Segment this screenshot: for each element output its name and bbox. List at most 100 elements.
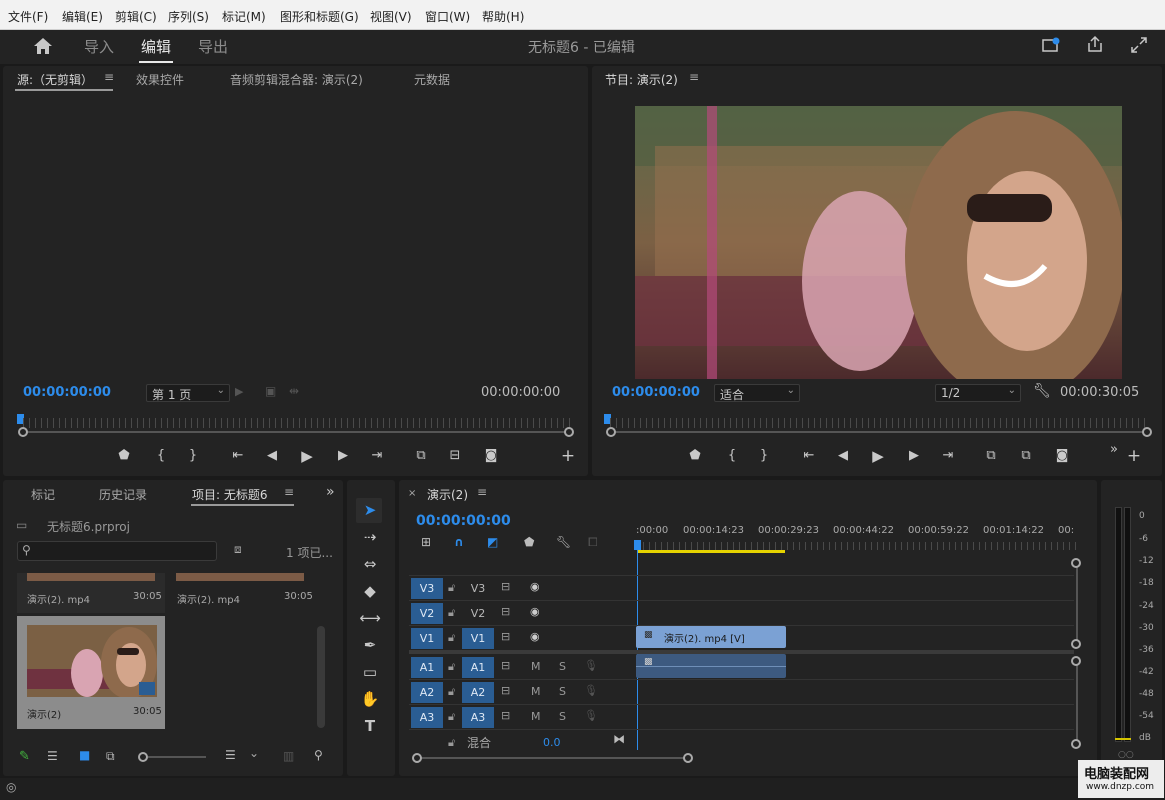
microphone-icon[interactable]: 🎙︎	[584, 684, 598, 697]
timeline-playhead[interactable]	[634, 540, 641, 550]
step-forward-icon[interactable]: ▶	[333, 448, 353, 463]
solo-button[interactable]: S	[559, 710, 566, 723]
tab-export[interactable]: 导出	[198, 36, 228, 57]
program-zoom-bar[interactable]	[612, 431, 1148, 433]
timeline-zoom-bar[interactable]	[417, 757, 689, 759]
mark-in-icon[interactable]: {	[151, 448, 171, 463]
close-icon[interactable]: ×	[408, 488, 416, 499]
go-to-in-icon[interactable]: ⇤	[799, 448, 819, 463]
panel-menu-icon[interactable]: ≡	[104, 70, 114, 84]
audio-clip[interactable]: ▩	[636, 654, 786, 678]
lock-icon[interactable]: 🔓︎	[448, 606, 455, 620]
list-view-icon[interactable]: ☰	[47, 749, 58, 763]
bowtie-icon[interactable]: ⧓	[613, 732, 625, 746]
list-item[interactable]: 演示(2). mp4 30:05	[17, 573, 165, 613]
audio-scroll-knob-top[interactable]	[1071, 656, 1081, 666]
tab-effect-controls[interactable]: 效果控件	[136, 71, 184, 88]
program-ruler[interactable]	[610, 418, 1150, 428]
add-marker-icon[interactable]: ⬟	[524, 535, 534, 549]
lock-icon[interactable]: 🔓︎	[448, 710, 455, 724]
lock-icon[interactable]: 🔓︎	[448, 581, 455, 595]
insert-icon[interactable]: ⧉	[411, 448, 431, 463]
menu-help[interactable]: 帮助(H)	[482, 8, 524, 25]
sort-icon[interactable]: ☰	[225, 748, 236, 762]
go-to-out-icon[interactable]: ⇥	[367, 448, 387, 463]
pen-tool-icon[interactable]: ✒	[357, 633, 383, 657]
sync-lock-icon[interactable]: ⊟	[501, 580, 510, 593]
wrench-icon[interactable]: 🔧︎	[1033, 383, 1051, 399]
solo-indicator-icon[interactable]: ○○	[1118, 750, 1134, 760]
sync-lock-icon[interactable]: ⊟	[501, 605, 510, 618]
menu-view[interactable]: 视图(V)	[370, 8, 412, 25]
tab-project[interactable]: 项目: 无标题6	[192, 486, 268, 503]
program-timecode-in[interactable]: 00:00:00:00	[612, 385, 700, 400]
panel-menu-icon[interactable]: ≡	[689, 70, 699, 84]
timeline-timecode[interactable]: 00:00:00:00	[416, 513, 511, 529]
lock-icon[interactable]: 🔓︎	[448, 660, 455, 674]
nest-icon[interactable]: ⊞	[421, 535, 431, 549]
video-tracks-scrollbar[interactable]	[1076, 563, 1078, 643]
microphone-icon[interactable]: 🎙︎	[584, 709, 598, 722]
microphone-icon[interactable]: 🎙︎	[584, 659, 598, 672]
step-forward-icon[interactable]: ▶	[904, 448, 924, 463]
eye-icon[interactable]: ◉	[530, 605, 540, 618]
tab-edit[interactable]: 编辑	[141, 36, 171, 57]
tab-audio-mixer[interactable]: 音频剪辑混合器: 演示(2)	[230, 71, 363, 88]
source-zoom-knob-left[interactable]	[18, 427, 28, 437]
track-source-v2[interactable]: V2	[411, 603, 443, 624]
go-to-out-icon[interactable]: ⇥	[938, 448, 958, 463]
timeline-settings-icon[interactable]: 🔧︎	[556, 535, 571, 549]
step-back-icon[interactable]: ◀	[262, 448, 282, 463]
resolution-select[interactable]: 1/2 ⌄	[935, 384, 1021, 402]
program-zoom-knob-left[interactable]	[606, 427, 616, 437]
source-ruler[interactable]	[23, 418, 573, 428]
solo-button[interactable]: S	[559, 685, 566, 698]
menu-edit[interactable]: 编辑(E)	[62, 8, 103, 25]
audio-tracks-scrollbar[interactable]	[1076, 661, 1078, 741]
sync-lock-icon[interactable]: ⊟	[501, 630, 510, 643]
source-zoom-knob-right[interactable]	[564, 427, 574, 437]
sync-lock-icon[interactable]: ⊟	[501, 659, 510, 672]
play-icon[interactable]: ▶	[868, 447, 888, 465]
timeline-ruler[interactable]	[637, 542, 1077, 550]
project-scrollbar[interactable]	[317, 626, 325, 728]
panel-menu-icon[interactable]: ≡	[284, 485, 294, 499]
add-marker-icon[interactable]: ⬟	[685, 448, 705, 463]
go-to-in-icon[interactable]: ⇤	[228, 448, 248, 463]
track-target-a3[interactable]: A3	[462, 707, 494, 728]
add-button-icon[interactable]: +	[1124, 446, 1144, 466]
fullscreen-icon[interactable]	[1130, 36, 1148, 54]
lock-icon[interactable]: 🔓︎	[448, 631, 455, 645]
linked-selection-icon[interactable]: ◩	[487, 535, 498, 549]
tab-history[interactable]: 历史记录	[99, 486, 147, 503]
list-item[interactable]: 演示(2). mp4 30:05	[168, 573, 313, 613]
export-frame-icon[interactable]: ◙	[481, 448, 501, 463]
track-select-tool-icon[interactable]: ⇢	[357, 525, 383, 549]
source-zoom-bar[interactable]	[25, 431, 571, 433]
work-area-bar[interactable]	[637, 550, 785, 553]
solo-button[interactable]: S	[559, 660, 566, 673]
mix-value[interactable]: 0.0	[543, 736, 561, 749]
add-marker-icon[interactable]: ⬟	[114, 448, 134, 463]
mark-out-icon[interactable]: }	[754, 448, 774, 463]
track-source-a1[interactable]: A1	[411, 657, 443, 678]
track-target-a1[interactable]: A1	[462, 657, 494, 678]
track-source-a2[interactable]: A2	[411, 682, 443, 703]
eye-icon[interactable]: ◉	[530, 630, 540, 643]
overwrite-icon[interactable]: ⊟	[445, 448, 465, 463]
source-timecode-in[interactable]: 00:00:00:00	[23, 385, 111, 400]
icon-view-icon[interactable]: ■	[79, 748, 90, 762]
tab-source[interactable]: 源:（无剪辑）	[17, 71, 93, 88]
more-controls-icon[interactable]: »	[1104, 442, 1124, 457]
step-back-icon[interactable]: ◀	[833, 448, 853, 463]
menu-clip[interactable]: 剪辑(C)	[115, 8, 157, 25]
sync-lock-icon[interactable]: ⊟	[501, 684, 510, 697]
menu-graphics[interactable]: 图形和标题(G)	[280, 8, 359, 25]
more-panels-icon[interactable]: »	[326, 484, 335, 500]
extract-icon[interactable]: ⧉	[1016, 448, 1036, 463]
creative-cloud-icon[interactable]: ◎	[6, 780, 16, 794]
eye-icon[interactable]: ◉	[530, 580, 540, 593]
track-source-v1[interactable]: V1	[411, 628, 443, 649]
play-icon[interactable]: ▶	[297, 447, 317, 465]
share-icon[interactable]	[1086, 35, 1104, 53]
